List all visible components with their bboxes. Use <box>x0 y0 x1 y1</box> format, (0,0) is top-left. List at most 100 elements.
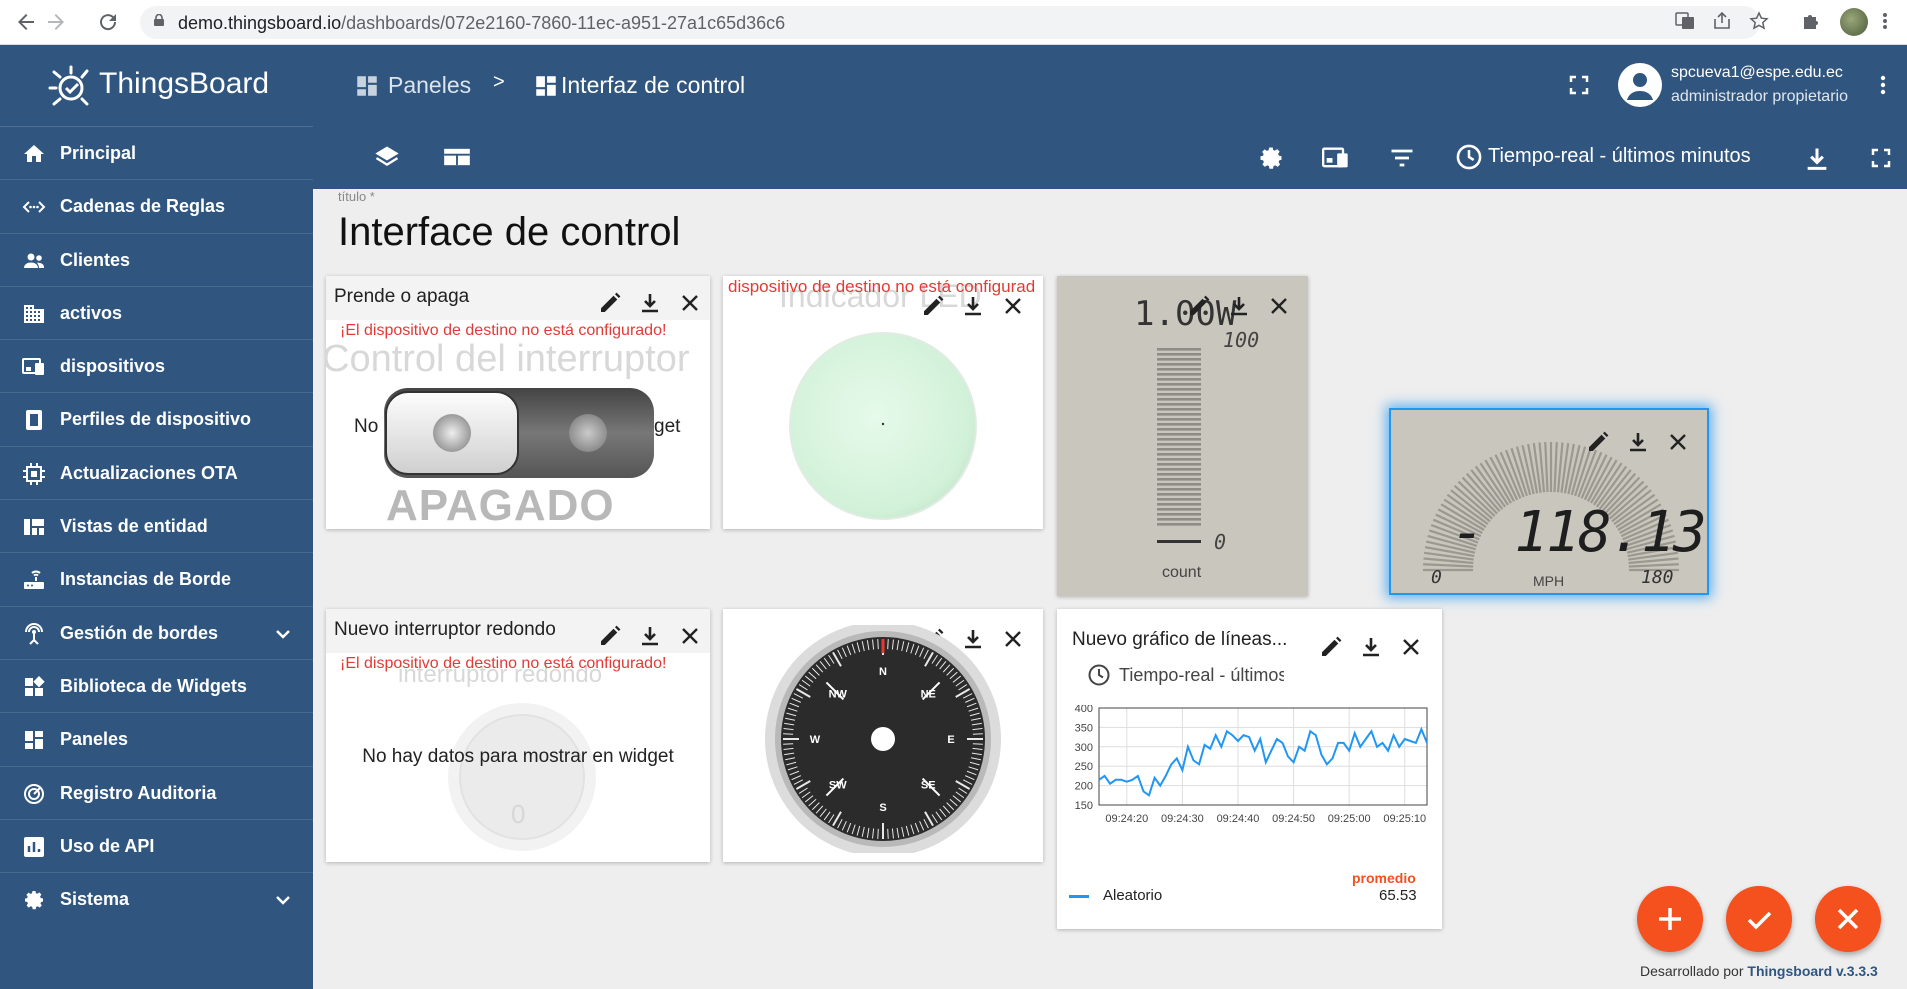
fullscreen-icon[interactable] <box>1567 73 1591 97</box>
sidebar-item-sistema[interactable]: Sistema <box>0 873 313 926</box>
sidebar-item-gestion-de-bordes[interactable]: Gestión de bordes <box>0 607 313 660</box>
sidebar-item-biblioteca-de-widgets[interactable]: Biblioteca de Widgets <box>0 660 313 714</box>
download-icon[interactable] <box>1803 145 1831 173</box>
sidebar-item-registro-auditoria[interactable]: Registro Auditoria <box>0 767 313 820</box>
url-text: demo.thingsboard.io/dashboards/072e2160-… <box>178 13 785 34</box>
close-icon[interactable] <box>1001 627 1025 651</box>
settings-icon[interactable] <box>1257 144 1285 172</box>
fullscreen-icon[interactable] <box>1869 146 1893 170</box>
reload-icon[interactable] <box>96 10 120 34</box>
lcd-bar-segment <box>1157 458 1201 461</box>
dashboard-title-input[interactable]: Interface de control <box>338 210 680 255</box>
download-icon[interactable] <box>638 291 662 315</box>
sidebar-item-uso-de-api[interactable]: Uso de API <box>0 820 313 874</box>
lcd-bar-segment <box>1157 358 1201 361</box>
extensions-puzzle-icon[interactable] <box>1800 11 1822 33</box>
download-icon[interactable] <box>1359 635 1383 659</box>
domain-icon <box>24 304 44 323</box>
sidebar-item-dispositivos[interactable]: dispositivos <box>0 340 313 394</box>
switch-right-label: get <box>654 416 681 437</box>
sidebar-item-instancias-de-borde[interactable]: Instancias de Borde <box>0 553 313 607</box>
chevron-down-icon[interactable] <box>273 890 293 910</box>
sidebar-item-actualizaciones-ota[interactable]: Actualizaciones OTA <box>0 447 313 501</box>
download-icon[interactable] <box>1626 430 1650 454</box>
address-bar[interactable]: demo.thingsboard.io/dashboards/072e2160-… <box>140 6 1760 39</box>
sidebar-item-perfiles-de-dispositivo[interactable]: Perfiles de dispositivo <box>0 393 313 447</box>
edit-icon[interactable] <box>1187 294 1211 318</box>
add-widget-button[interactable] <box>1637 886 1703 952</box>
sidebar-item-cadenas-de-reglas[interactable]: Cadenas de Reglas <box>0 180 313 234</box>
forward-arrow-icon[interactable] <box>44 10 68 34</box>
download-icon[interactable] <box>1227 294 1251 318</box>
layers-icon[interactable] <box>373 143 401 171</box>
lcd-bar-segment <box>1157 423 1201 426</box>
lock-icon <box>154 14 164 26</box>
x-tick-label: 09:24:30 <box>1161 813 1204 825</box>
filter-list-icon[interactable] <box>1388 144 1416 172</box>
footer-version-link[interactable]: Thingsboard v.3.3.3 <box>1747 963 1877 979</box>
edit-icon[interactable] <box>921 294 945 318</box>
cancel-changes-button[interactable] <box>1815 886 1881 952</box>
legend-series-name[interactable]: Aleatorio <box>1103 887 1162 904</box>
lcd-bar-segment <box>1157 438 1201 441</box>
stat-header: promedio <box>1352 870 1416 886</box>
back-arrow-icon[interactable] <box>14 10 38 34</box>
timewindow-button[interactable]: Tiempo-real - últimos minutos <box>1488 145 1751 168</box>
compass-direction-label: NW <box>829 689 848 701</box>
lcd-bar-segment <box>1157 433 1201 436</box>
download-icon[interactable] <box>961 294 985 318</box>
close-icon[interactable] <box>1666 430 1690 454</box>
close-icon[interactable] <box>678 624 702 648</box>
sidebar-item-activos[interactable]: activos <box>0 287 313 341</box>
browser-menu-icon[interactable] <box>1874 11 1896 33</box>
lcd-bar-segment <box>1157 393 1201 396</box>
breadcrumb-parent[interactable]: Paneles <box>388 72 471 99</box>
sidebar-item-label: Perfiles de dispositivo <box>60 409 252 430</box>
compass-direction-label: NE <box>921 689 936 701</box>
close-icon[interactable] <box>1399 635 1423 659</box>
sidebar-item-paneles[interactable]: Paneles <box>0 713 313 767</box>
chevron-down-icon[interactable] <box>273 624 293 644</box>
close-icon[interactable] <box>1001 294 1025 318</box>
profile-avatar[interactable] <box>1840 8 1868 36</box>
avatar[interactable] <box>1618 63 1662 107</box>
edit-icon[interactable] <box>1586 430 1610 454</box>
compass-widget[interactable]: N NE E SE S SW W NW <box>723 609 1043 862</box>
round-switch-widget[interactable]: Nuevo interruptor redondo interruptor re… <box>326 609 710 862</box>
sidebar-item-clientes[interactable]: Clientes <box>0 234 313 287</box>
brand[interactable]: ThingsBoard <box>0 45 313 127</box>
settings-input-antenna-icon <box>25 622 43 645</box>
lcd-speed-gauge-widget[interactable]: - 118.13 0 MPH 180 <box>1389 408 1709 595</box>
footer: Desarrollado por Thingsboard v.3.3.3 <box>1640 963 1878 979</box>
download-icon[interactable] <box>638 624 662 648</box>
led-indicator-widget[interactable]: Indicador LED dispositivo de destino no … <box>723 276 1043 529</box>
clock-icon <box>1088 664 1110 686</box>
account-icon <box>1627 73 1653 100</box>
devices-other-icon[interactable] <box>1322 144 1350 172</box>
sidebar-item-label: Paneles <box>60 729 129 750</box>
home-icon <box>24 145 44 162</box>
translate-icon[interactable] <box>1674 11 1696 33</box>
bookmark-star-icon[interactable] <box>1748 11 1770 33</box>
lcd-bar-segment <box>1157 363 1201 366</box>
toggle-switch[interactable] <box>382 386 656 480</box>
switch-widget[interactable]: Prende o apaga ¡El dispositivo de destin… <box>326 276 710 529</box>
brand-name: ThingsBoard <box>99 67 270 100</box>
edit-icon[interactable] <box>598 624 622 648</box>
close-icon[interactable] <box>1267 294 1291 318</box>
share-icon[interactable] <box>1711 11 1733 33</box>
lcd-bar-segment <box>1157 373 1201 376</box>
close-icon[interactable] <box>678 291 702 315</box>
chart-timewindow[interactable]: Tiempo-real - últimos mir <box>1119 665 1284 686</box>
edit-icon[interactable] <box>598 291 622 315</box>
more-vert-icon[interactable] <box>1871 73 1895 97</box>
edit-icon[interactable] <box>1319 635 1343 659</box>
apply-changes-button[interactable] <box>1726 886 1792 952</box>
lcd-speed-value: - 118.13 <box>1451 500 1707 565</box>
legend-swatch <box>1069 895 1089 898</box>
sidebar-item-principal[interactable]: Principal <box>0 127 313 181</box>
lcd-bar-gauge-widget[interactable]: 1.00W 100 0 count <box>1057 276 1308 596</box>
line-chart-widget[interactable]: Nuevo gráfico de líneas... Tiempo-real -… <box>1057 609 1442 929</box>
sidebar-item-vistas-de-entidad[interactable]: Vistas de entidad <box>0 500 313 554</box>
web-layout-icon[interactable] <box>443 143 471 171</box>
